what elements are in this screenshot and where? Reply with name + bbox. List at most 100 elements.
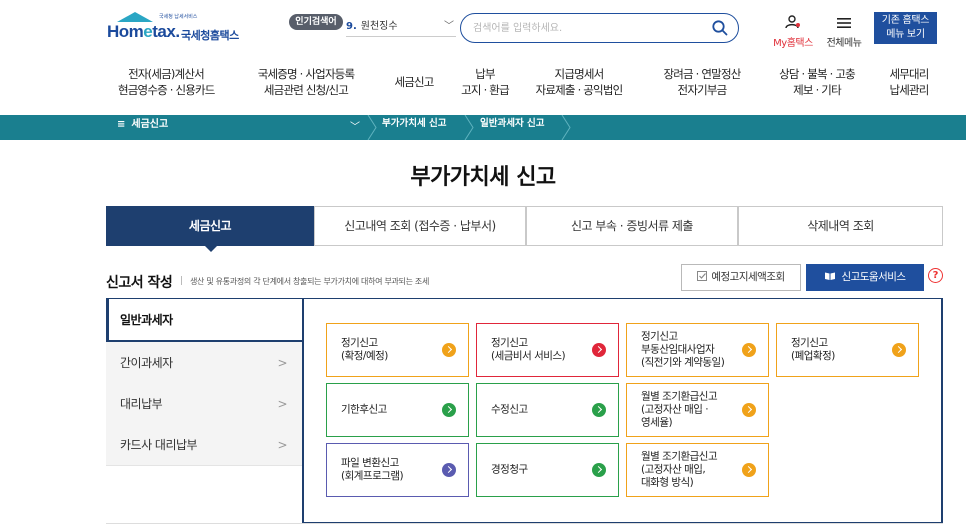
side-item-label: 카드사 대리납부 xyxy=(120,438,198,452)
card-label: 파일 변환신고 (회계프로그램) xyxy=(341,457,404,482)
gnb-line2: 자료제출 · 공익법인 xyxy=(535,83,624,97)
chevron-down-icon: ﹀ xyxy=(444,21,454,32)
chevron-right-icon: > xyxy=(277,438,287,452)
side-item-label: 간이과세자 xyxy=(120,356,173,370)
gnb-line1: 세금신고 xyxy=(394,75,434,89)
card-closure-filing[interactable]: 정기신고 (폐업확정) xyxy=(776,323,919,377)
page-title: 부가가치세 신고 xyxy=(410,165,556,190)
popular-search-select[interactable]: 9. 원천징수 ﹀ xyxy=(346,17,456,37)
chevron-down-icon[interactable]: ﹀ xyxy=(350,115,360,140)
gnb-line2: 제보 · 기타 xyxy=(793,83,841,97)
card-label: 경정청구 xyxy=(491,463,528,476)
old-hometax-line1: 기존 홈택스 xyxy=(881,15,930,26)
tab-filing-history[interactable]: 신고내역 조회 (접수증 · 납부서) xyxy=(314,206,526,246)
tab-bar: 세금신고 신고내역 조회 (접수증 · 납부서) 신고 부속 · 증빙서류 제출… xyxy=(106,206,943,252)
side-item-general-taxpayer[interactable]: 일반과세자 xyxy=(106,298,303,342)
hometax-logo[interactable]: 국세청 납세서비스 Hometax. 국세청홈택스 xyxy=(107,12,247,46)
card-late-filing[interactable]: 기한후신고 xyxy=(326,383,469,437)
filing-help-service-button[interactable]: 신고도움서비스 xyxy=(806,264,924,291)
user-icon xyxy=(785,15,800,29)
arrow-right-icon xyxy=(442,403,456,417)
gnb-line2: 현금영수증 · 신용카드 xyxy=(118,83,215,97)
card-correction-claim[interactable]: 경정청구 xyxy=(476,443,619,497)
filing-options-panel: 정기신고 (확정/예정) 정기신고 (세금비서 서비스) 정기신고 부동산임대사… xyxy=(302,298,943,524)
section-description: 생산 및 유통과정의 각 단계에서 창출되는 부가가치에 대하여 부과되는 조세 xyxy=(181,276,429,287)
side-menu: 일반과세자 간이과세자 > 대리납부 > 카드사 대리납부 > xyxy=(106,298,303,524)
book-icon xyxy=(825,272,836,280)
hamburger-icon xyxy=(837,18,851,28)
card-label: 수정신고 xyxy=(491,403,528,416)
card-label: 월별 조기환급신고 (고정자산 매입, 대화형 방식) xyxy=(641,450,718,489)
card-label: 정기신고 부동산임대사업자 (직전기와 계약동일) xyxy=(641,330,725,369)
old-hometax-menu-button[interactable]: 기존 홈택스 메뉴 보기 xyxy=(874,12,937,44)
global-nav: 전자(세금)계산서 현금영수증 · 신용카드 국세증명 · 사업자등록 세금관련… xyxy=(0,62,966,106)
tab-deletion-history[interactable]: 삭제내역 조회 xyxy=(738,206,943,246)
gnb-item-einvoice[interactable]: 전자(세금)계산서 현금영수증 · 신용카드 xyxy=(118,66,215,98)
gnb-line1: 납부 xyxy=(475,67,495,81)
gnb-line1: 지급명세서 xyxy=(554,67,605,81)
location-menu-label: 세금신고 xyxy=(131,119,169,130)
location-bar: ≡ 세금신고 ﹀ 부가가치세 신고 일반과세자 신고 xyxy=(0,115,966,140)
gnb-line1: 장려금 · 연말정산 xyxy=(663,67,741,81)
gnb-line1: 전자(세금)계산서 xyxy=(128,67,205,81)
logo-subtitle: 국세청홈택스 xyxy=(181,29,239,42)
help-icon[interactable]: ? xyxy=(928,268,943,283)
my-hometax-button[interactable]: My홈택스 xyxy=(768,14,818,49)
card-label: 기한후신고 xyxy=(341,403,387,416)
arrow-right-icon xyxy=(592,463,606,477)
side-item-card-proxy-payment[interactable]: 카드사 대리납부 > xyxy=(106,424,303,466)
side-item-simplified-taxpayer[interactable]: 간이과세자 > xyxy=(106,342,303,384)
breadcrumb-general-taxpayer[interactable]: 일반과세자 신고 xyxy=(480,115,545,140)
side-item-label: 대리납부 xyxy=(120,397,163,411)
logo-roof-icon xyxy=(117,12,153,22)
card-label: 정기신고 (세금비서 서비스) xyxy=(491,337,566,362)
divider xyxy=(106,523,943,524)
prenotice-tax-lookup-label: 예정고지세액조회 xyxy=(711,271,785,283)
gnb-item-tax-filing[interactable]: 세금신고 xyxy=(384,74,444,90)
arrow-right-icon xyxy=(442,343,456,357)
logo-part-a: Hom xyxy=(107,22,144,41)
logo-part-e: e xyxy=(143,22,153,41)
card-monthly-early-refund-zero-rate[interactable]: 월별 조기환급신고 (고정자산 매입 · 영세율) xyxy=(626,383,769,437)
arrow-right-icon xyxy=(892,343,906,357)
search-box xyxy=(460,13,739,43)
card-tax-secretary-filing[interactable]: 정기신고 (세금비서 서비스) xyxy=(476,323,619,377)
card-regular-filing[interactable]: 정기신고 (확정/예정) xyxy=(326,323,469,377)
breadcrumb-separator-icon xyxy=(561,115,571,140)
card-amended-filing[interactable]: 수정신고 xyxy=(476,383,619,437)
gnb-line2: 전자기부금 xyxy=(677,83,728,97)
logo-wordmark: Hometax. xyxy=(107,22,180,42)
arrow-right-icon xyxy=(592,343,606,357)
my-hometax-label: My홈택스 xyxy=(773,38,813,49)
chevron-right-icon: > xyxy=(277,356,287,370)
gnb-item-payment-statement[interactable]: 지급명세서 자료제출 · 공익법인 xyxy=(524,66,634,98)
search-icon[interactable] xyxy=(711,19,729,37)
all-menu-button[interactable]: 전체메뉴 xyxy=(821,14,867,49)
tab-supporting-docs[interactable]: 신고 부속 · 증빙서류 제출 xyxy=(526,206,738,246)
arrow-right-icon xyxy=(742,403,756,417)
hamburger-icon: ≡ xyxy=(117,119,126,130)
card-label: 정기신고 (확정/예정) xyxy=(341,337,388,362)
card-file-conversion-filing[interactable]: 파일 변환신고 (회계프로그램) xyxy=(326,443,469,497)
popular-search-badge: 인기검색어 xyxy=(289,14,343,30)
side-item-proxy-payment[interactable]: 대리납부 > xyxy=(106,383,303,425)
arrow-right-icon xyxy=(592,403,606,417)
logo-tagline: 국세청 납세서비스 xyxy=(159,14,198,20)
location-menu-button[interactable]: ≡ 세금신고 xyxy=(117,115,168,140)
card-monthly-early-refund-interactive[interactable]: 월별 조기환급신고 (고정자산 매입, 대화형 방식) xyxy=(626,443,769,497)
gnb-item-certificates[interactable]: 국세증명 · 사업자등록 세금관련 신청/신고 xyxy=(252,66,360,98)
gnb-line1: 국세증명 · 사업자등록 xyxy=(257,67,355,81)
breadcrumb-vat[interactable]: 부가가치세 신고 xyxy=(382,115,447,140)
search-input[interactable] xyxy=(473,19,703,37)
arrow-right-icon xyxy=(742,343,756,357)
chevron-right-icon: > xyxy=(277,397,287,411)
gnb-item-consulting[interactable]: 상담 · 불복 · 고충 제보 · 기타 xyxy=(768,66,866,98)
gnb-item-tax-agent[interactable]: 세무대리 납세관리 xyxy=(880,66,938,98)
tab-tax-filing[interactable]: 세금신고 xyxy=(106,206,314,246)
gnb-item-payment[interactable]: 납부 고지 · 환급 xyxy=(456,66,514,98)
gnb-item-incentives[interactable]: 장려금 · 연말정산 전자기부금 xyxy=(654,66,750,98)
gnb-line1: 세무대리 xyxy=(889,67,929,81)
arrow-right-icon xyxy=(742,463,756,477)
prenotice-tax-lookup-button[interactable]: 예정고지세액조회 xyxy=(681,264,801,291)
card-real-estate-lease-filing[interactable]: 정기신고 부동산임대사업자 (직전기와 계약동일) xyxy=(626,323,769,377)
